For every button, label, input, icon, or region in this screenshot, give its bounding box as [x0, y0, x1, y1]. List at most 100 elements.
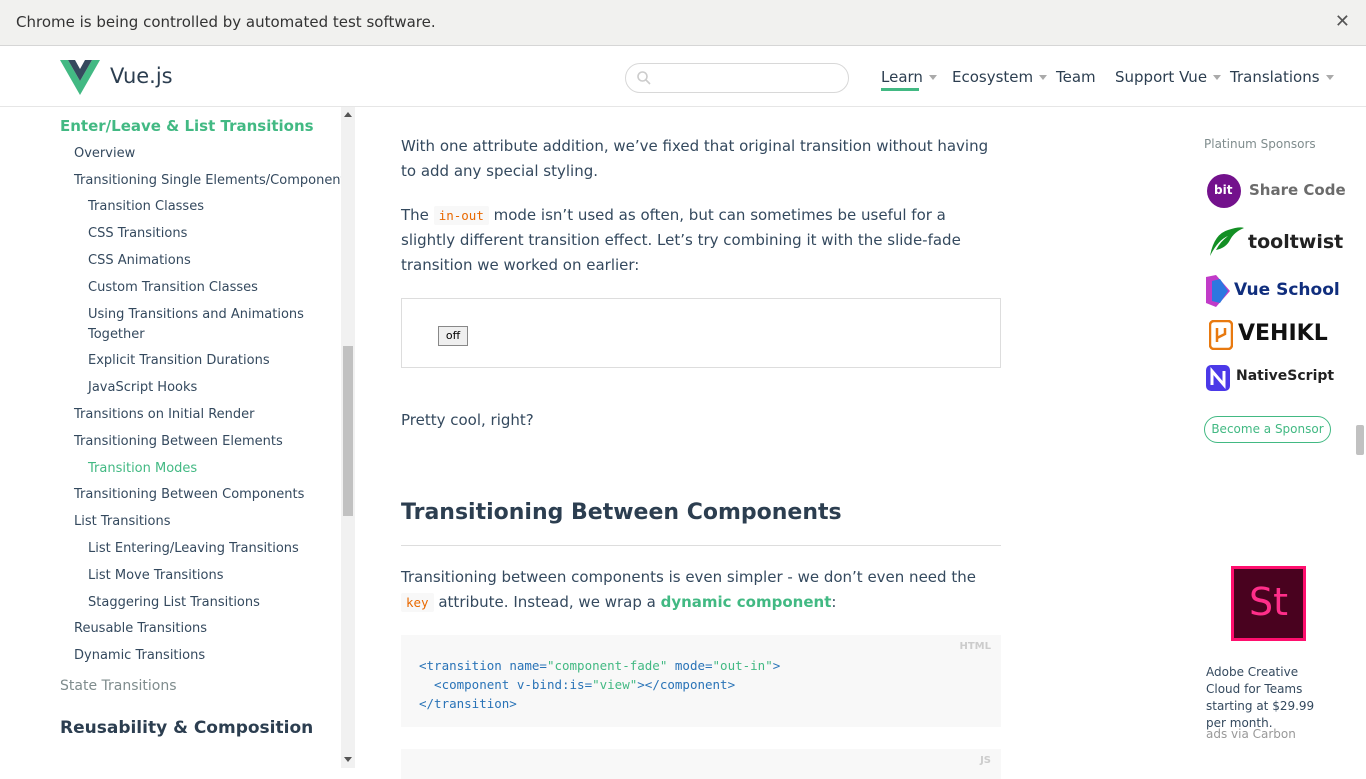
bit-logo-text: bit — [1214, 183, 1233, 197]
code-token: ></component> — [637, 677, 736, 692]
sidebar-item[interactable]: Transitioning Single Elements/Components — [74, 173, 341, 188]
sponsor-name: NativeScript — [1236, 368, 1335, 384]
code-token: <transition — [419, 658, 502, 673]
sponsor-name: Vue School — [1234, 280, 1340, 300]
chevron-down-icon — [1213, 75, 1222, 80]
search-input[interactable] — [625, 63, 849, 93]
search-icon — [637, 71, 651, 85]
nav-learn-label: Learn — [881, 68, 923, 86]
sponsors-title: Platinum Sponsors — [1204, 137, 1316, 151]
paragraph-in-out-mode: The in-out mode isn’t used as often, but… — [401, 203, 1001, 278]
close-icon[interactable]: ✕ — [1335, 11, 1350, 32]
code-token: > — [772, 658, 781, 673]
code-block-html: HTML <transition name="component-fade" m… — [401, 635, 1001, 727]
sidebar-item[interactable]: JavaScript Hooks — [88, 380, 197, 395]
nav-ecosystem[interactable]: Ecosystem — [952, 68, 1048, 86]
sidebar-item[interactable]: CSS Animations — [88, 253, 191, 268]
code-line: <transition name="component-fade" mode="… — [419, 658, 780, 673]
sidebar-item-active[interactable]: Transition Modes — [88, 461, 197, 476]
sidebar-item[interactable]: List Transitions — [74, 514, 171, 529]
tooltwist-logo-icon — [1210, 227, 1244, 256]
code-token: mode= — [667, 658, 713, 673]
nativescript-logo-icon — [1206, 365, 1230, 391]
scroll-up-arrow-icon[interactable] — [344, 112, 352, 117]
vue-school-logo-icon — [1206, 275, 1230, 307]
sidebar-item[interactable]: List Entering/Leaving Transitions — [88, 541, 299, 556]
sidebar: Enter/Leave & List Transitions Overview … — [0, 107, 341, 768]
code-token: "out-in" — [712, 658, 773, 673]
vehikl-logo-icon — [1209, 320, 1233, 350]
chevron-down-icon — [1039, 75, 1048, 80]
nav-ecosystem-label: Ecosystem — [952, 68, 1034, 86]
vue-logo-icon[interactable] — [60, 60, 100, 96]
sponsor-name: Share Code — [1249, 181, 1346, 199]
sidebar-item[interactable]: Overview — [74, 146, 135, 161]
sidebar-item[interactable]: Together — [88, 327, 145, 342]
inline-code-in-out: in-out — [433, 206, 489, 225]
become-sponsor-button[interactable]: Become a Sponsor — [1204, 416, 1331, 443]
chevron-down-icon — [928, 75, 937, 80]
infobar-message: Chrome is being controlled by automated … — [16, 13, 436, 31]
sponsor-name: VEHIKL — [1238, 321, 1328, 346]
heading-divider — [401, 545, 1001, 546]
code-token: "component-fade" — [546, 658, 668, 673]
sidebar-scrollbar-thumb[interactable] — [343, 346, 353, 516]
nav-translations-label: Translations — [1230, 68, 1320, 86]
code-token: name= — [501, 658, 547, 673]
sidebar-item-state-transitions[interactable]: State Transitions — [60, 678, 177, 694]
nav-team[interactable]: Team — [1056, 68, 1096, 86]
sidebar-item[interactable]: Custom Transition Classes — [88, 280, 258, 295]
code-language-label: JS — [980, 755, 991, 766]
ad-via-link[interactable]: ads via Carbon — [1206, 727, 1296, 741]
nav-support-vue[interactable]: Support Vue — [1115, 68, 1222, 86]
code-token: </transition> — [419, 696, 517, 711]
code-language-label: HTML — [959, 641, 991, 652]
sidebar-item[interactable]: Transitioning Between Elements — [74, 434, 283, 449]
text-segment: Transitioning between components is even… — [401, 568, 976, 586]
paragraph-pretty-cool: Pretty cool, right? — [401, 411, 534, 429]
sidebar-section-title[interactable]: Enter/Leave & List Transitions — [60, 117, 314, 135]
text-segment: attribute. Instead, we wrap a — [438, 593, 656, 611]
inline-code-key: key — [401, 593, 434, 612]
nav-learn[interactable]: Learn — [881, 68, 937, 86]
sidebar-item[interactable]: Transitions on Initial Render — [74, 407, 254, 422]
demo-toggle-button[interactable]: off — [438, 326, 468, 346]
sidebar-item[interactable]: CSS Transitions — [88, 226, 187, 241]
sidebar-item[interactable]: Staggering List Transitions — [88, 595, 260, 610]
scroll-down-arrow-icon[interactable] — [344, 757, 352, 762]
site-header: Vue.js Learn Ecosystem Team Support Vue … — [0, 47, 1366, 107]
sponsor-name: tooltwist — [1248, 231, 1344, 253]
text-segment: The — [401, 206, 429, 224]
nav-team-label: Team — [1056, 68, 1096, 86]
sidebar-item[interactable]: Transitioning Between Components — [74, 487, 304, 502]
code-line: <component v-bind:is="view"></component> — [419, 677, 735, 692]
paragraph-components: Transitioning between components is even… — [401, 565, 1001, 615]
sidebar-item[interactable]: Reusable Transitions — [74, 621, 207, 636]
section-heading: Transitioning Between Components — [401, 500, 842, 525]
ad-text[interactable]: Adobe Creative Cloud for Teams starting … — [1206, 664, 1336, 732]
page-scrollbar-thumb[interactable] — [1356, 425, 1364, 455]
code-line: </transition> — [419, 696, 517, 711]
nav-support-vue-label: Support Vue — [1115, 68, 1208, 86]
ad-image-text: St — [1234, 569, 1303, 638]
demo-box: off — [401, 298, 1001, 368]
sidebar-item[interactable]: List Move Transitions — [88, 568, 224, 583]
nav-active-indicator — [881, 88, 919, 91]
text-segment: : — [831, 593, 837, 611]
sidebar-item[interactable]: Transition Classes — [88, 199, 204, 214]
dynamic-component-link[interactable]: dynamic component — [661, 593, 832, 611]
code-token: <component — [419, 677, 510, 692]
chevron-down-icon — [1325, 75, 1334, 80]
code-token: v-bind:is= — [509, 677, 593, 692]
code-block-js: JS — [401, 749, 1001, 779]
ad-image[interactable]: St — [1231, 566, 1306, 641]
logo-text[interactable]: Vue.js — [110, 64, 173, 88]
sidebar-item[interactable]: Dynamic Transitions — [74, 648, 205, 663]
code-token: "view" — [592, 677, 638, 692]
sidebar-item[interactable]: Explicit Transition Durations — [88, 353, 270, 368]
sidebar-section-reusability: Reusability & Composition — [60, 718, 314, 738]
nav-translations[interactable]: Translations — [1230, 68, 1334, 86]
paragraph-fixed-transition: With one attribute addition, we’ve fixed… — [401, 137, 989, 180]
automation-infobar: Chrome is being controlled by automated … — [0, 0, 1366, 46]
sidebar-item[interactable]: Using Transitions and Animations — [88, 307, 304, 322]
